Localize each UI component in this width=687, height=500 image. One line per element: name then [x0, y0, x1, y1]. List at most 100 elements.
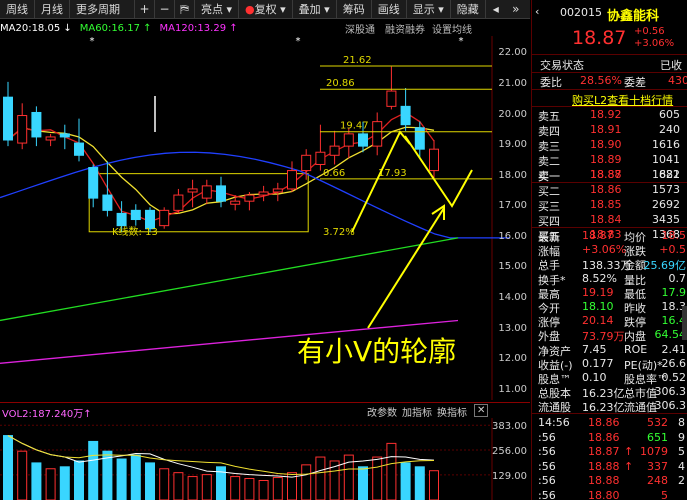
volume-bar — [258, 479, 269, 500]
tick-count: 9 — [678, 430, 685, 444]
stat-value: 7.45 — [582, 342, 607, 356]
candle-body — [31, 111, 42, 138]
volume-bar — [173, 472, 184, 500]
zoom-out-icon[interactable]: − — [155, 0, 175, 19]
tick-row: :56 18.88 ↑ 337 4 — [532, 460, 687, 475]
period-weekly-button[interactable]: 周线 — [0, 0, 35, 19]
vol-tick-label: 383.00 — [492, 421, 527, 432]
tick-row: :56 18.80 5 — [532, 489, 687, 500]
stat-value: 0.177 — [582, 356, 614, 370]
ask-level-label: 卖二 — [538, 155, 560, 168]
stat-value: 0.7 — [668, 271, 687, 285]
ask-row: 卖四 18.91 240 — [532, 123, 687, 138]
tick-time: 14:56 — [538, 416, 570, 429]
v-stroke-left — [351, 130, 411, 233]
box-stat-label: 0.66 — [323, 168, 345, 179]
edit-params-button[interactable]: 改参数 — [367, 404, 397, 419]
ask-price: 18.91 — [590, 123, 622, 136]
price-tick-label: 21.00 — [498, 77, 527, 89]
chevron-down-icon: ▾ — [280, 2, 286, 16]
highlight-button[interactable]: 亮点 ▾ — [195, 0, 240, 19]
tick-price: 18.80 — [588, 488, 620, 500]
tick-price: 18.88 — [588, 459, 620, 473]
chevron-down-icon: ▾ — [226, 2, 233, 16]
price-tick-label: 16.00 — [498, 230, 527, 242]
switch-indicator-button[interactable]: 换指标 — [437, 404, 467, 419]
candle-body — [3, 96, 13, 141]
candle-body — [372, 121, 383, 147]
tick-row: :56 18.87 ↑ 1079 5 — [532, 445, 687, 460]
candle-body — [102, 194, 113, 211]
margin-trading-link[interactable]: 融资融券 — [385, 21, 425, 36]
bid-level-label: 买三 — [538, 200, 560, 213]
red-dot-icon: ● — [245, 2, 255, 16]
flag-icon[interactable]: ⛿ — [175, 0, 195, 19]
volume-bar — [201, 474, 212, 500]
volume-bar — [145, 462, 155, 500]
candle-body — [17, 115, 28, 144]
add-indicator-button[interactable]: 加指标 — [402, 404, 432, 419]
tick-price: 18.86 — [588, 416, 620, 429]
volume-bar — [386, 442, 397, 500]
adjust-button[interactable]: ●复权 ▾ — [239, 0, 293, 19]
stat-value: 0.10 — [582, 371, 607, 384]
volume-bar — [358, 466, 368, 500]
tick-price: 18.86 — [588, 430, 620, 444]
volume-chart[interactable]: 383.00 256.00 129.00 — [0, 418, 530, 500]
volume-bar — [187, 476, 198, 500]
candle-body — [116, 212, 127, 227]
bid-volume: 3435 — [652, 213, 680, 226]
back-arrow-icon[interactable]: ‹ — [535, 5, 539, 18]
overlay-button[interactable]: 叠加 ▾ — [293, 0, 337, 19]
draw-line-button[interactable]: 画线 — [372, 0, 407, 19]
chevron-down-icon: ▾ — [438, 2, 444, 16]
candle-body — [88, 167, 99, 199]
candle-body — [201, 185, 212, 199]
volume-bar — [159, 468, 170, 500]
more-periods-button[interactable]: 更多周期 — [70, 0, 135, 19]
ask-volume: 240 — [659, 123, 680, 136]
candle-body — [315, 151, 326, 165]
stat-value: 0.52 — [661, 371, 687, 384]
candle-body — [159, 209, 170, 227]
stat-row: 股息™ 0.10 股息率™ 0.52 — [532, 371, 687, 386]
expand-right-icon[interactable]: » — [506, 0, 526, 19]
candle-body — [244, 194, 255, 202]
hk-connect-link[interactable]: 深股通 — [345, 21, 375, 36]
hide-button[interactable]: 隐藏 — [451, 0, 486, 19]
set-ma-link[interactable]: 设置均线 — [432, 21, 472, 36]
candlestick-svg[interactable]: * * *21.6220.8619.470.66 17.933.72%K线数: 13有… — [0, 36, 530, 400]
price-tick-label: 19.00 — [498, 139, 527, 151]
bid-price: 18.84 — [590, 213, 622, 226]
tick-count: 2 — [678, 474, 685, 487]
panel-scroll-tab[interactable] — [682, 306, 687, 340]
tick-row: 14:56 18.86 532 8 — [532, 416, 687, 431]
collapse-left-icon[interactable]: ◂ — [486, 0, 506, 19]
volume-bar — [301, 464, 312, 500]
display-button[interactable]: 显示 ▾ — [407, 0, 451, 19]
tick-volume: 248 — [647, 474, 668, 487]
stat-value: 18.5 — [661, 229, 687, 242]
close-indicator-icon[interactable]: ✕ — [474, 404, 489, 417]
stat-row: 总股本 16.23亿 总市值 306.3 — [532, 385, 687, 400]
ask-volume: 605 — [659, 108, 680, 121]
price-chart[interactable]: * * * 21.62 20.86 19.47 0.66 17.93 3.72% K线数: 13 有… — [0, 36, 530, 400]
bid-row: 买三 18.85 2692 — [532, 198, 687, 213]
chips-button[interactable]: 筹码 — [337, 0, 372, 19]
vol-tick-label: 129.00 — [492, 471, 527, 482]
candle-body — [343, 133, 354, 147]
tick-count: 4 — [678, 459, 685, 473]
arrow-line — [367, 207, 445, 329]
candle-body — [414, 127, 425, 150]
stat-row: 最新 18.87 均价 18.5 — [532, 229, 687, 244]
toolbar: 周线 月线 更多周期 + − ⛿ 亮点 ▾ ●复权 ▾ 叠加 ▾ 筹码 画线 显… — [0, 0, 530, 19]
period-monthly-button[interactable]: 月线 — [35, 0, 70, 19]
price-tick-label: 18.00 — [498, 169, 527, 181]
candle-body — [329, 145, 340, 156]
ask-price: 18.92 — [590, 108, 622, 121]
stock-code: 002015 — [560, 6, 602, 19]
zoom-in-icon[interactable]: + — [135, 0, 155, 19]
price-tick-label: 22.00 — [498, 47, 527, 59]
ask-volume: 1041 — [652, 153, 680, 166]
volume-bar — [45, 468, 56, 500]
